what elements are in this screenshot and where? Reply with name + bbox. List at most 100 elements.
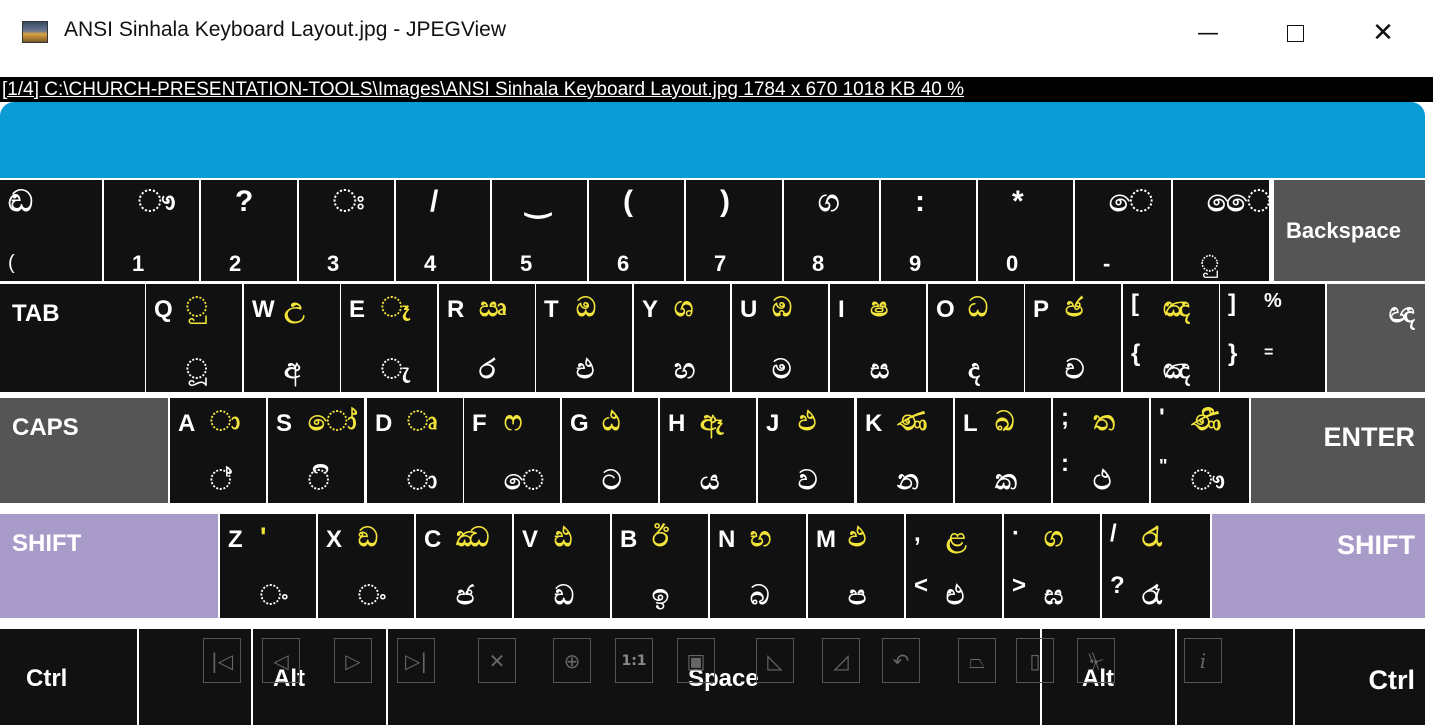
delete-button[interactable]: ✕	[478, 638, 516, 683]
ctrl-label: Ctrl	[26, 665, 68, 692]
key-sinhala-base: ැ	[381, 354, 410, 384]
letter-key: Uඹ ම	[732, 284, 828, 392]
key-letter: C	[424, 526, 442, 553]
key-sinhala-shift: ඤ	[1163, 292, 1191, 322]
maximize-icon	[1286, 24, 1304, 42]
last-image-button[interactable]: ▷|	[397, 638, 435, 683]
key-letter: V	[522, 526, 539, 553]
key-digit: 7	[714, 251, 727, 276]
key-sinhala-base: ං	[260, 580, 289, 610]
letter-key: F ෆෙ	[464, 398, 560, 503]
key-sinhala-base: ජ	[456, 580, 475, 610]
minimize-icon: —	[1197, 20, 1219, 46]
key-sinhala-base: ද	[968, 354, 980, 384]
keystone-button[interactable]: ⏧	[1077, 638, 1115, 683]
slash-key: /? රැ රෑ	[1102, 514, 1210, 618]
key-letter: T	[544, 296, 559, 323]
key-letter: U	[740, 296, 758, 323]
first-image-button[interactable]: |◁	[203, 638, 241, 683]
key-sinhala-base: ර	[479, 354, 496, 384]
key-extra-bottom: =	[1264, 344, 1274, 361]
info-button[interactable]: i	[1184, 638, 1222, 683]
flip-button[interactable]: ↶	[882, 638, 920, 683]
info-icon: i	[1199, 648, 1207, 673]
letter-key: Wඋ අ	[244, 284, 340, 392]
minimize-button[interactable]: —	[1178, 10, 1238, 56]
key-sinhala-base: ඝ	[1044, 580, 1064, 610]
skip-first-icon: |◁	[210, 648, 234, 673]
key-symbol-bottom: {	[1131, 340, 1141, 367]
key-sinhala-shift: ඡ	[1065, 292, 1084, 322]
key-sinhala-shift: ණ	[897, 406, 928, 436]
enter-label: ENTER	[1323, 422, 1415, 452]
zoom-button[interactable]: ⊕	[553, 638, 591, 683]
prev-image-button[interactable]: ◁	[262, 638, 300, 683]
key-sinhala-shift: භ	[750, 522, 772, 552]
next-image-button[interactable]: ▷	[334, 638, 372, 683]
letter-key: Yශ හ	[634, 284, 730, 392]
letter-key: Kණන	[857, 398, 953, 503]
key-sinhala-base: හ	[674, 354, 696, 384]
key-letter: O	[936, 296, 955, 323]
key-sinhala-shift: ඨ	[602, 406, 621, 436]
key-sinhala-shift: ෝ	[308, 406, 357, 436]
key-shift-symbol: *	[1012, 185, 1024, 218]
key-letter: I	[838, 296, 845, 323]
title-bar: ANSI Sinhala Keyboard Layout.jpg - JPEGV…	[0, 0, 1433, 66]
rotate-right-button[interactable]: ◿	[822, 638, 860, 683]
key-sinhala-shift: ශ	[674, 292, 694, 322]
close-button[interactable]: ✕	[1353, 10, 1413, 56]
key-sinhala-base: අ	[284, 354, 301, 384]
next-icon: ▷	[345, 648, 361, 673]
key-digit: -	[1103, 251, 1111, 276]
close-x-icon: ✕	[488, 648, 506, 673]
key-letter: F	[472, 410, 487, 437]
letter-key: Hඈය	[660, 398, 756, 503]
key-letter: H	[668, 410, 686, 437]
caps-label: CAPS	[12, 414, 79, 441]
rotate-left-icon: ◺	[767, 648, 783, 673]
key-letter: E	[349, 296, 366, 323]
key-digit: 5	[520, 251, 533, 276]
perspective-icon: ⏢	[969, 648, 985, 673]
number-row-key: ඬ(	[0, 180, 102, 281]
key-digit: 8	[812, 251, 825, 276]
key-digit: 0	[1006, 251, 1019, 276]
perspective-button[interactable]: ⏢	[958, 638, 996, 683]
key-shift-symbol: :	[915, 185, 925, 218]
semicolon-key: ;: ත ථ	[1053, 398, 1149, 503]
letter-key: Rඍ ර	[439, 284, 535, 392]
key-sinhala-shift: උ	[284, 292, 305, 322]
key-shift-symbol: ග	[818, 185, 840, 218]
key-sinhala-shift: රැ	[1142, 522, 1162, 552]
key-shift-symbol: ඃ	[333, 185, 365, 218]
key-sinhala-shift: '	[260, 522, 267, 552]
tab-key: TAB	[0, 284, 145, 392]
key-sinhala-shift: ත	[1093, 406, 1115, 436]
key-sinhala-shift: ඛ	[995, 406, 1015, 436]
key-sinhala-base: න	[897, 465, 919, 495]
maximize-button[interactable]	[1265, 10, 1325, 56]
key-sinhala-shift: ඞ	[358, 522, 379, 552]
letter-key: Cඣජ	[416, 514, 512, 618]
actual-size-button[interactable]: 1:1	[615, 638, 653, 683]
image-info-bar: [1/4] C:\CHURCH-PRESENTATION-TOOLS\Image…	[0, 77, 1433, 102]
tab-label: TAB	[12, 300, 60, 327]
rotate-left-button[interactable]: ◺	[756, 638, 794, 683]
key-letter: D	[375, 410, 393, 437]
key-sinhala-base: ා	[407, 465, 438, 495]
comma-key: , < ළ ළු	[906, 514, 1002, 618]
key-letter: J	[766, 410, 780, 437]
window-button[interactable]: ▯	[1016, 638, 1054, 683]
shift-label: SHIFT	[1337, 530, 1415, 560]
rotate-right-icon: ◿	[833, 648, 849, 673]
prev-icon: ◁	[273, 648, 289, 673]
shift-left-key: SHIFT	[0, 514, 218, 618]
key-sinhala-shift: ෂ	[870, 292, 889, 322]
key-sinhala-shift: ඵ	[848, 522, 867, 552]
key-sinhala-base: ි	[308, 465, 330, 495]
key-symbol-top: ]	[1228, 290, 1236, 317]
fit-button[interactable]: ▣	[677, 638, 715, 683]
key-digit: 3	[327, 251, 340, 276]
number-row-key: :9	[881, 180, 976, 281]
